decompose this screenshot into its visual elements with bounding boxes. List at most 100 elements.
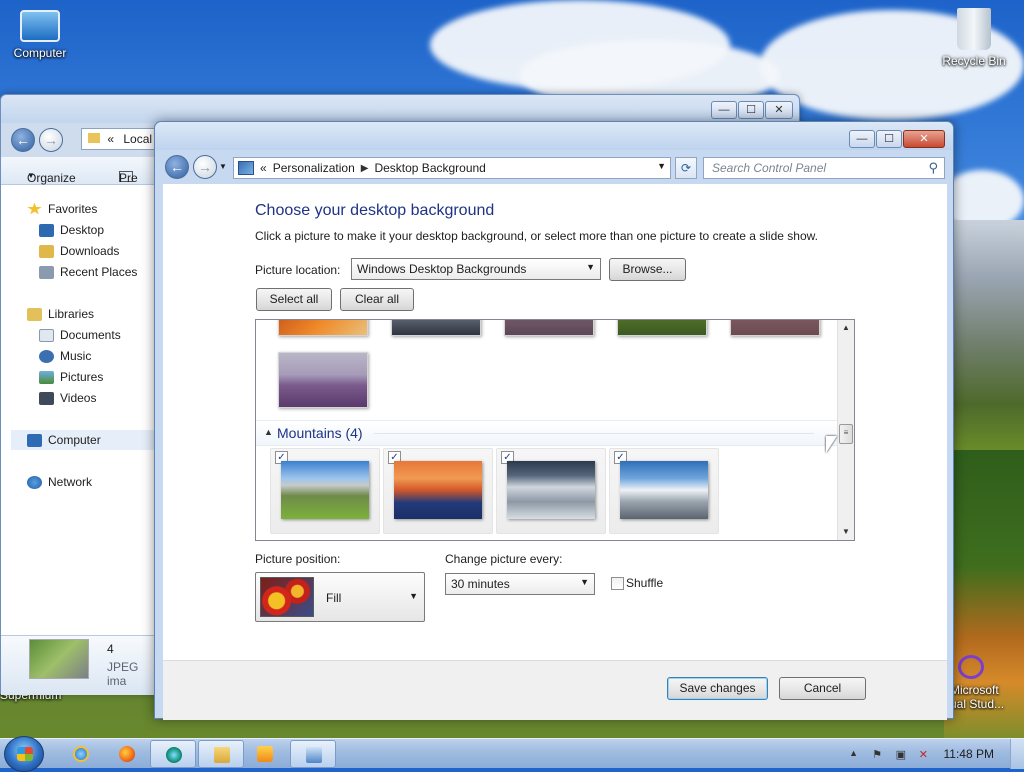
show-desktop-button[interactable] [1010,739,1024,769]
taskbar-explorer[interactable] [198,740,244,768]
nav-videos[interactable]: Videos [39,388,96,408]
group-divider [374,433,814,434]
picture-location-select[interactable]: Windows Desktop Backgrounds ▼ [351,258,601,280]
libraries-icon [27,307,42,321]
picture-gallery[interactable]: ▲ Mountains (4) ✓ ✓ ✓ ✓ ▲ ≡ ▼ [255,319,855,541]
nav-favorites[interactable]: Favorites [27,199,97,219]
downloads-icon [39,244,54,258]
network-tray-icon[interactable]: ▣ [896,748,906,761]
group-header-mountains[interactable]: ▲ Mountains (4) [256,420,837,446]
wallpaper-tile-mountain-4[interactable]: ✓ [609,448,719,534]
desktop-icon-recycle-bin[interactable]: Recycle Bin [938,8,1010,68]
close-button[interactable]: ✕ [903,130,945,148]
picture-position-label: Picture position: [255,552,341,566]
breadcrumb[interactable]: « Personalization ▶ Desktop Background ▼ [233,157,671,179]
wallpaper-thumbnail[interactable] [278,320,368,336]
nav-network[interactable]: Network [27,472,92,492]
nav-libraries[interactable]: Libraries [27,304,94,324]
music-icon [39,349,54,363]
wallpaper-thumbnail[interactable] [504,320,594,336]
taskbar-firefox[interactable] [104,740,150,768]
refresh-button[interactable]: ⟳ [675,157,697,179]
wallpaper-thumbnail[interactable] [391,320,481,336]
clock[interactable]: 11:48 PM [944,747,994,761]
wallpaper-image [281,461,369,519]
show-hidden-icons[interactable]: ▲ [849,748,858,758]
nav-pictures[interactable]: Pictures [39,367,103,387]
media-player-icon [257,746,273,762]
search-placeholder: Search Control Panel [712,161,827,175]
forward-button[interactable]: → [193,155,217,179]
nav-music[interactable]: Music [39,346,91,366]
documents-icon [39,328,54,342]
selected-image-thumbnail [29,639,89,679]
taskbar: ▲ ⚑ ▣ ✕ 11:48 PM [0,736,1024,772]
back-button[interactable]: ← [165,155,189,179]
recent-pages-dropdown[interactable]: ▼ [219,162,227,171]
taskbar-media-player[interactable] [242,740,288,768]
picture-location-value: Windows Desktop Backgrounds [357,262,527,276]
explorer-titlebar[interactable] [1,95,799,123]
select-all-button[interactable]: Select all [256,288,332,311]
taskbar-supermium[interactable] [150,740,196,768]
folder-icon [214,747,230,763]
breadcrumb-chevrons[interactable]: « [260,161,267,175]
wallpaper-thumbnail[interactable] [617,320,707,336]
nav-desktop[interactable]: Desktop [39,220,104,240]
nav-computer[interactable]: Computer [11,430,155,450]
taskbar-ie[interactable] [58,740,104,768]
clear-all-button[interactable]: Clear all [340,288,414,311]
shuffle-label[interactable]: Shuffle [626,576,663,590]
desktop-icon-visual-studio[interactable]: Microsoft ual Stud... [950,655,1024,711]
wallpaper-tile-mountain-3[interactable]: ✓ [496,448,606,534]
page-title: Choose your desktop background [255,202,495,219]
save-changes-button[interactable]: Save changes [667,677,768,700]
address-dropdown-icon[interactable]: ▼ [657,161,666,171]
browse-button[interactable]: Browse... [609,258,686,281]
scroll-down-arrow[interactable]: ▼ [838,524,854,540]
explorer-details-pane: 4 JPEG ima [1,635,155,695]
forward-button[interactable]: → [39,128,63,152]
minimize-button[interactable]: — [849,130,875,148]
shuffle-checkbox[interactable] [611,577,624,590]
maximize-button[interactable]: ☐ [876,130,902,148]
scroll-thumb[interactable]: ≡ [839,424,853,444]
cp-titlebar[interactable] [155,122,953,150]
breadcrumb-personalization[interactable]: Personalization [273,161,355,175]
volume-muted-icon[interactable]: ✕ [919,748,928,761]
desktop-icon-computer[interactable]: Computer [4,10,76,60]
wallpaper-thumbnail-lavender[interactable] [278,352,368,408]
wallpaper-tile-mountain-2[interactable]: ✓ [383,448,493,534]
action-center-flag-icon[interactable]: ⚑ [872,748,882,761]
close-button[interactable]: ✕ [765,101,793,119]
minimize-button[interactable]: — [711,101,737,119]
collapse-icon[interactable]: ▲ [264,427,273,437]
nav-label: Music [60,349,92,363]
search-icon[interactable]: ⚲ [928,160,938,176]
picture-position-select[interactable]: Fill ▼ [255,572,425,622]
wallpaper-thumbnail[interactable] [730,320,820,336]
gallery-scrollbar[interactable]: ▲ ≡ ▼ [837,320,854,540]
network-icon [27,475,42,489]
page-description: Click a picture to make it your desktop … [255,229,818,243]
nav-documents[interactable]: Documents [39,325,121,345]
videos-icon [39,391,54,405]
star-icon [27,202,42,215]
group-title: Mountains (4) [277,425,363,441]
nav-downloads[interactable]: Downloads [39,241,119,261]
start-button[interactable] [4,736,44,772]
mouse-cursor [826,436,837,453]
back-button[interactable]: ← [11,128,35,152]
breadcrumb-desktop-background[interactable]: Desktop Background [374,161,485,175]
search-input[interactable]: Search Control Panel ⚲ [703,157,945,179]
taskbar-control-panel[interactable] [290,740,336,768]
change-interval-select[interactable]: 30 minutes ▼ [445,573,595,595]
maximize-button[interactable]: ☐ [738,101,764,119]
preview-label: Pre [119,171,138,185]
breadcrumb-separator-icon[interactable]: ▶ [361,163,369,174]
scroll-up-arrow[interactable]: ▲ [838,320,854,336]
wallpaper-tile-mountain-1[interactable]: ✓ [270,448,380,534]
nav-recent-places[interactable]: Recent Places [39,262,137,282]
cancel-button[interactable]: Cancel [779,677,866,700]
visual-studio-icon [958,655,984,679]
